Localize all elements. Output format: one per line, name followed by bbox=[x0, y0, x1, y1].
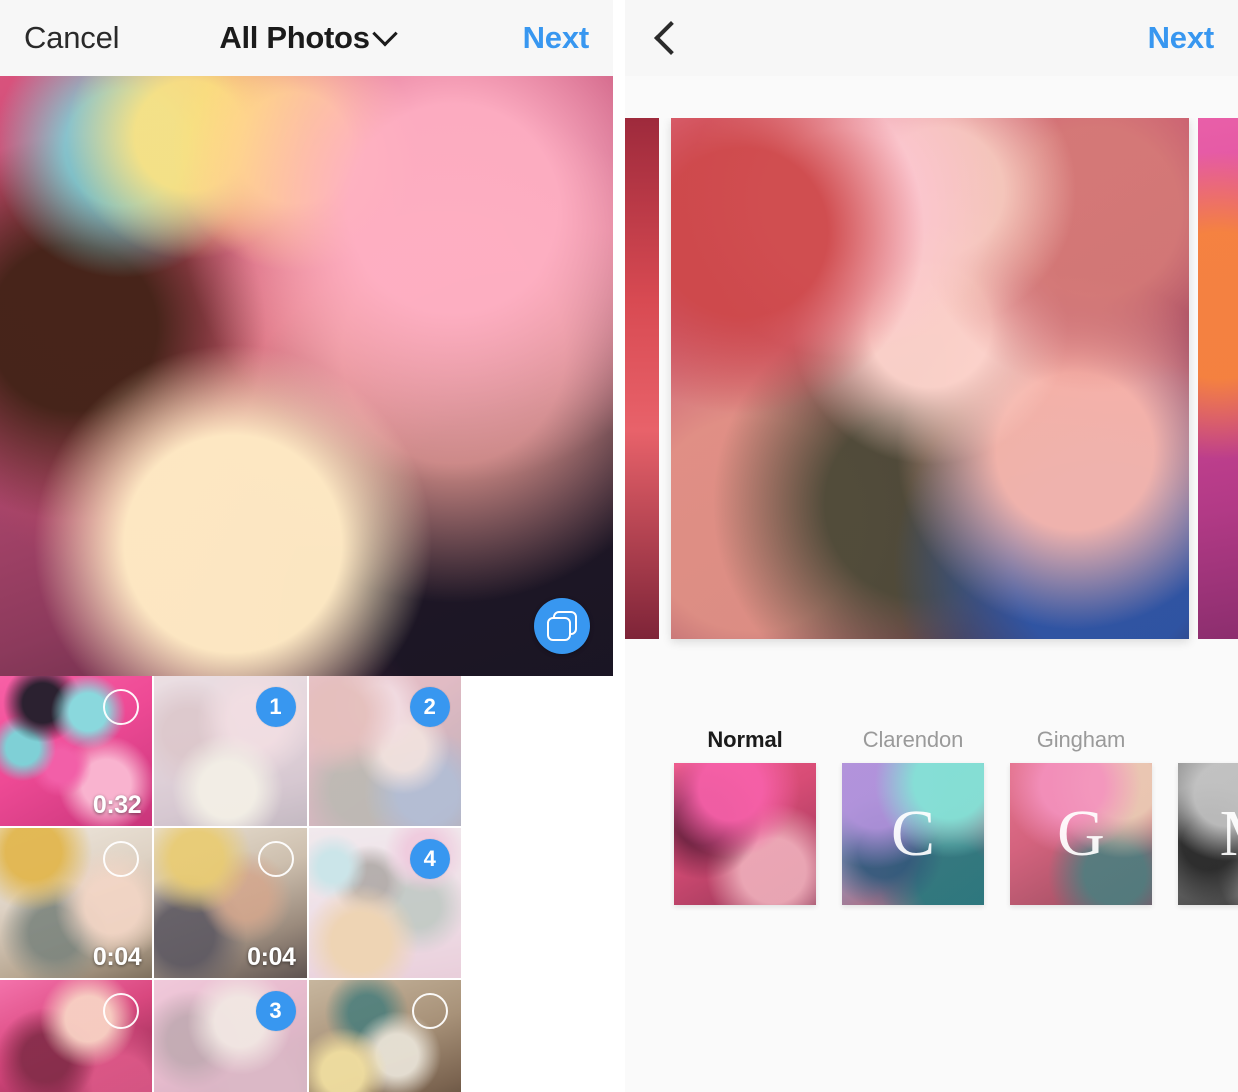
selection-order-badge[interactable]: 1 bbox=[255, 687, 296, 727]
gallery-nav-bar: Cancel All Photos Next bbox=[0, 0, 613, 76]
selection-circle-icon[interactable] bbox=[103, 689, 140, 725]
filter-item[interactable]: MM bbox=[1165, 727, 1238, 905]
selection-circle-icon[interactable] bbox=[103, 993, 140, 1029]
filter-editor-screen: Next NormalClarendonCGinghamGMM bbox=[625, 0, 1238, 1092]
filter-strip[interactable]: NormalClarendonCGinghamGMM bbox=[625, 727, 1238, 905]
carousel-slide-previous[interactable] bbox=[625, 118, 659, 639]
gallery-picker-screen: Cancel All Photos Next 0:32120:040:0440:… bbox=[0, 0, 613, 1092]
selection-order-badge[interactable]: 2 bbox=[409, 687, 450, 727]
selection-circle-icon[interactable] bbox=[257, 841, 294, 877]
filter-thumbnail[interactable]: G bbox=[1010, 763, 1152, 905]
filter-thumbnail[interactable]: C bbox=[842, 763, 984, 905]
thumbnail-grid: 0:32 1 2 0:04 0:04 4 0:04 3 bbox=[0, 676, 613, 1092]
video-duration-label: 0:04 bbox=[247, 943, 296, 971]
video-duration-label: 0:32 bbox=[92, 791, 142, 819]
chevron-down-icon bbox=[371, 21, 398, 47]
video-duration-label: 0:04 bbox=[92, 943, 142, 971]
filter-name-label: Clarendon bbox=[862, 727, 964, 752]
selection-circle-icon[interactable] bbox=[411, 993, 448, 1029]
multi-select-squares-icon bbox=[547, 611, 577, 641]
carousel-slide-current[interactable] bbox=[671, 118, 1189, 639]
filter-preview-image bbox=[674, 763, 816, 905]
carousel-image bbox=[671, 118, 1189, 639]
photo-preview[interactable] bbox=[0, 76, 613, 676]
filter-name-label: Gingham bbox=[1036, 727, 1126, 752]
filter-letter-overlay: M bbox=[1178, 763, 1238, 905]
thumbnail-item[interactable] bbox=[308, 980, 461, 1092]
selection-circle-icon[interactable] bbox=[103, 841, 140, 877]
carousel-image bbox=[625, 118, 659, 639]
thumbnail-item[interactable]: 0:04 bbox=[0, 980, 153, 1092]
chevron-left-icon[interactable] bbox=[654, 21, 688, 55]
filter-letter-overlay: G bbox=[1057, 797, 1105, 870]
carousel-image bbox=[1198, 118, 1238, 639]
editor-nav-bar: Next bbox=[625, 0, 1238, 76]
carousel-slide-next[interactable] bbox=[1198, 118, 1238, 639]
multi-select-button[interactable] bbox=[534, 598, 590, 654]
thumbnail-item[interactable]: 3 bbox=[154, 980, 307, 1092]
selection-order-badge[interactable]: 3 bbox=[255, 991, 296, 1031]
screen-divider bbox=[613, 0, 625, 1092]
album-title: All Photos bbox=[219, 20, 370, 55]
thumbnail-item[interactable]: 0:04 bbox=[154, 828, 307, 978]
filter-item[interactable]: Normal bbox=[661, 727, 829, 905]
filter-name-label: Normal bbox=[707, 727, 783, 752]
thumbnail-item[interactable]: 2 bbox=[308, 676, 461, 826]
dual-screen-container: Cancel All Photos Next 0:32120:040:0440:… bbox=[0, 0, 1238, 1092]
filter-thumbnail[interactable]: M bbox=[1178, 763, 1238, 905]
filter-list: NormalClarendonCGinghamGMM bbox=[625, 727, 1238, 905]
filter-letter-overlay: C bbox=[890, 797, 936, 870]
thumbnail-item[interactable]: 0:04 bbox=[0, 828, 153, 978]
filter-item[interactable]: Gingham G bbox=[997, 727, 1165, 905]
thumbnail-item[interactable]: 0:32 bbox=[0, 676, 153, 826]
selection-order-badge[interactable]: 4 bbox=[409, 839, 450, 879]
filter-thumbnail[interactable] bbox=[674, 763, 816, 905]
filter-item[interactable]: Clarendon C bbox=[829, 727, 997, 905]
thumbnail-item[interactable]: 1 bbox=[154, 676, 307, 826]
thumbnail-item[interactable]: 4 bbox=[308, 828, 461, 978]
preview-image bbox=[0, 76, 613, 676]
next-button[interactable]: Next bbox=[523, 20, 590, 56]
filter-name-label: M bbox=[1165, 727, 1238, 753]
next-button[interactable]: Next bbox=[1148, 20, 1215, 56]
cancel-button[interactable]: Cancel bbox=[24, 20, 119, 56]
photo-carousel[interactable] bbox=[625, 118, 1238, 683]
